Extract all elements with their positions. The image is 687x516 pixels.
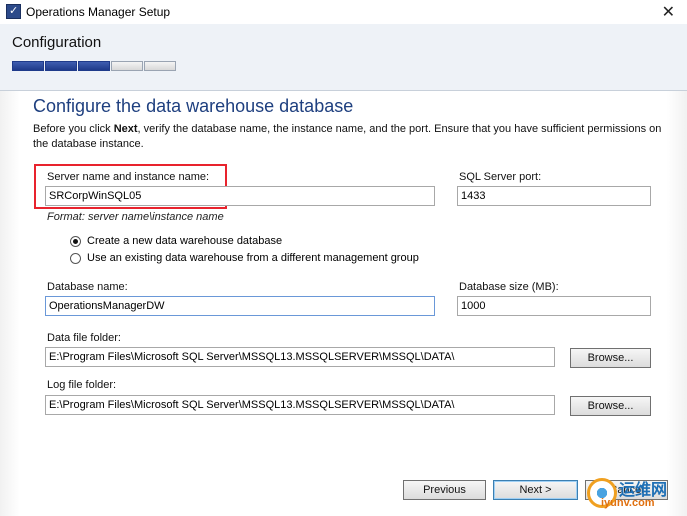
radio-create-new[interactable]: Create a new data warehouse database: [70, 235, 282, 247]
next-button[interactable]: Next >: [493, 480, 578, 500]
format-hint: Format: server name\instance name: [47, 211, 224, 223]
log-folder-label: Log file folder:: [47, 379, 117, 391]
header-title: Configuration: [12, 34, 102, 51]
progress-segment: [111, 61, 143, 71]
close-icon[interactable]: ✕: [662, 2, 675, 22]
database-name-input[interactable]: [45, 296, 435, 316]
progress-segment: [45, 61, 77, 71]
radio-label: Create a new data warehouse database: [87, 235, 283, 247]
progress-segment: [144, 61, 176, 71]
progress-segment: [78, 61, 110, 71]
page-title: Configure the data warehouse database: [33, 96, 354, 116]
watermark-url: iyunv.com: [601, 497, 655, 509]
previous-button[interactable]: Previous: [403, 480, 486, 500]
watermark-logo: 运维网 iyunv.com: [587, 476, 683, 514]
instructions-bold: Next: [113, 123, 138, 135]
instructions-text: Before you click: [33, 123, 114, 135]
sql-port-input[interactable]: [457, 186, 651, 206]
progress-segment: [12, 61, 44, 71]
instructions: Before you click Next, verify the databa…: [33, 122, 673, 152]
radio-label: Use an existing data warehouse from a di…: [87, 252, 419, 264]
browse-log-button[interactable]: Browse...: [570, 396, 651, 416]
server-name-input[interactable]: [45, 186, 435, 206]
sql-port-label: SQL Server port:: [459, 171, 542, 183]
window-title: Operations Manager Setup: [26, 5, 171, 19]
server-name-label: Server name and instance name:: [47, 171, 210, 183]
main-panel: Configure the data warehouse database Be…: [0, 91, 687, 516]
title-bar: Operations Manager Setup ✕: [0, 0, 687, 24]
database-size-input[interactable]: [457, 296, 651, 316]
radio-button[interactable]: [70, 252, 81, 264]
log-folder-input[interactable]: [45, 395, 555, 415]
data-folder-input[interactable]: [45, 347, 555, 367]
wizard-header: Configuration: [0, 24, 687, 91]
radio-button-selected[interactable]: [70, 235, 81, 247]
data-folder-label: Data file folder:: [47, 332, 121, 344]
database-size-label: Database size (MB):: [459, 281, 559, 293]
browse-data-button[interactable]: Browse...: [570, 348, 651, 368]
radio-use-existing[interactable]: Use an existing data warehouse from a di…: [70, 252, 419, 264]
database-name-label: Database name:: [47, 281, 128, 293]
app-icon: [6, 4, 21, 19]
progress-bar: [12, 61, 176, 71]
